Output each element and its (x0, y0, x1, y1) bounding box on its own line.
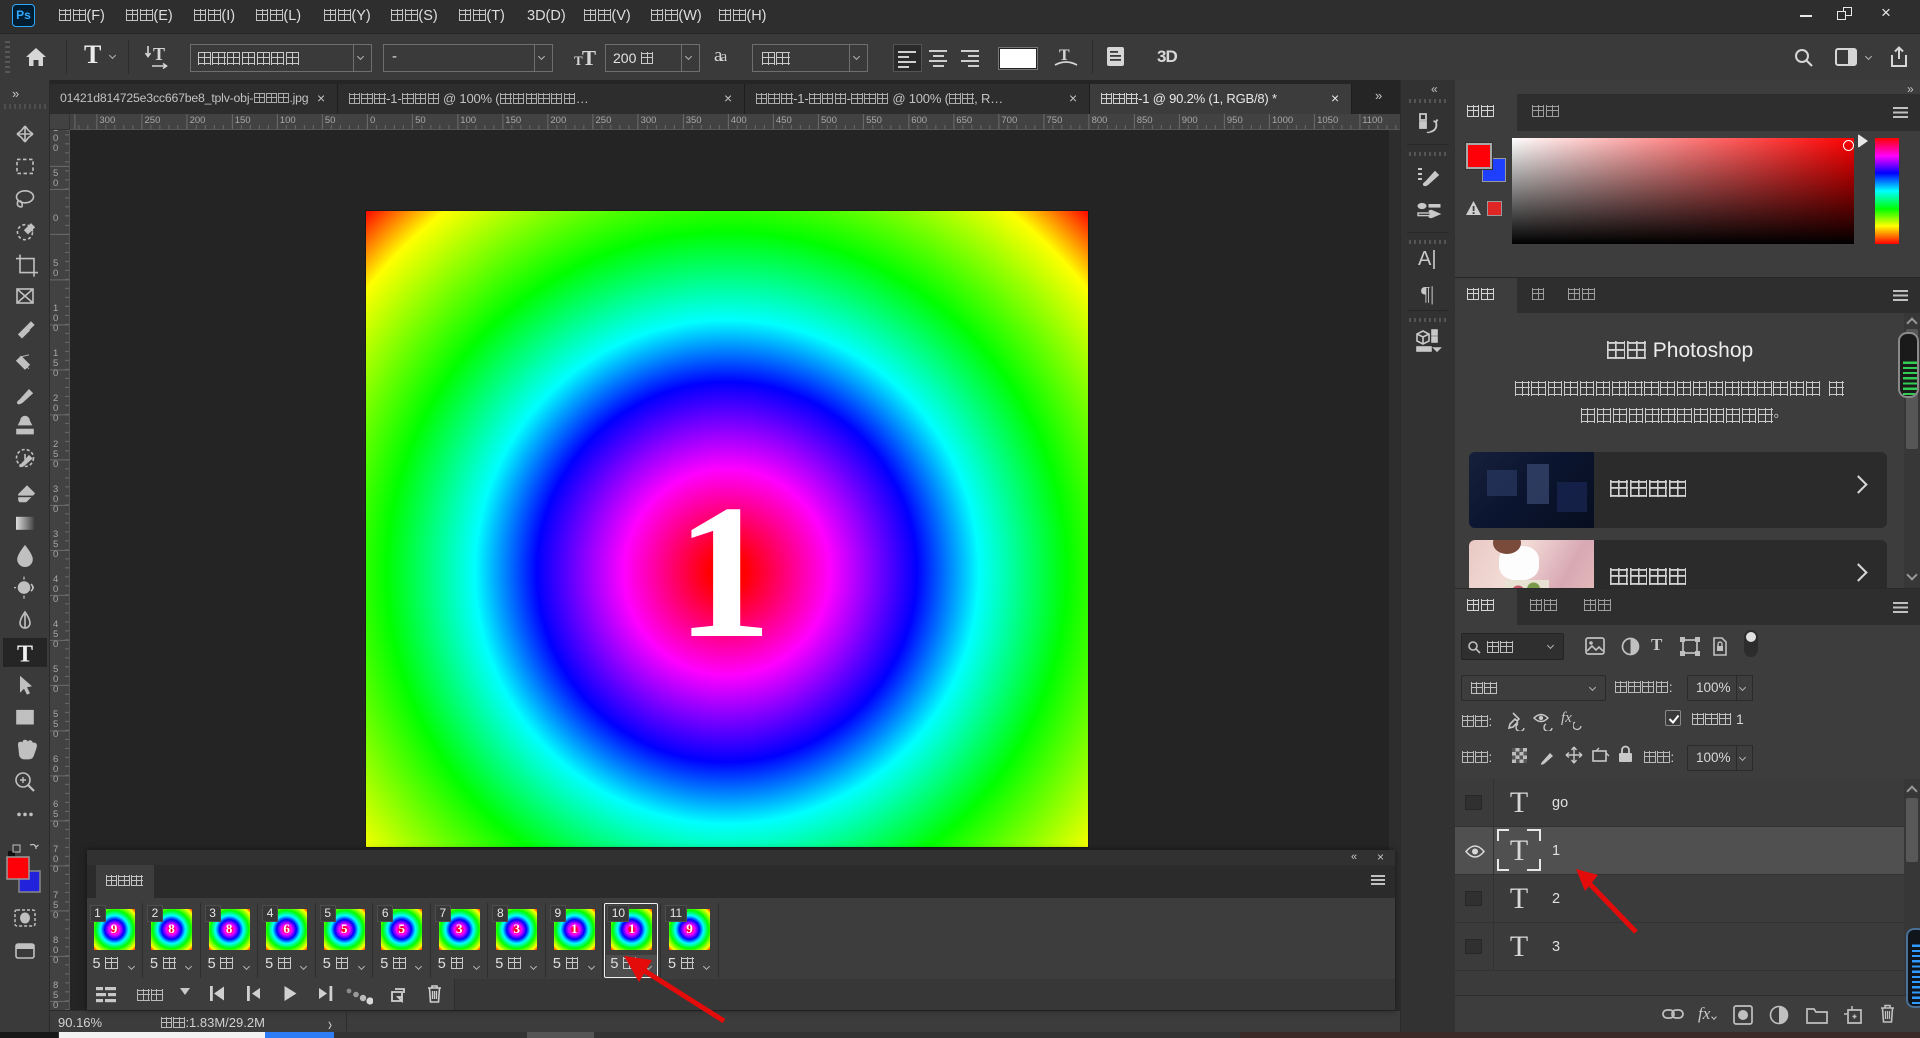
svg-text:T: T (582, 46, 596, 68)
svg-text:T: T (153, 44, 165, 64)
svg-text:T: T (17, 641, 33, 667)
